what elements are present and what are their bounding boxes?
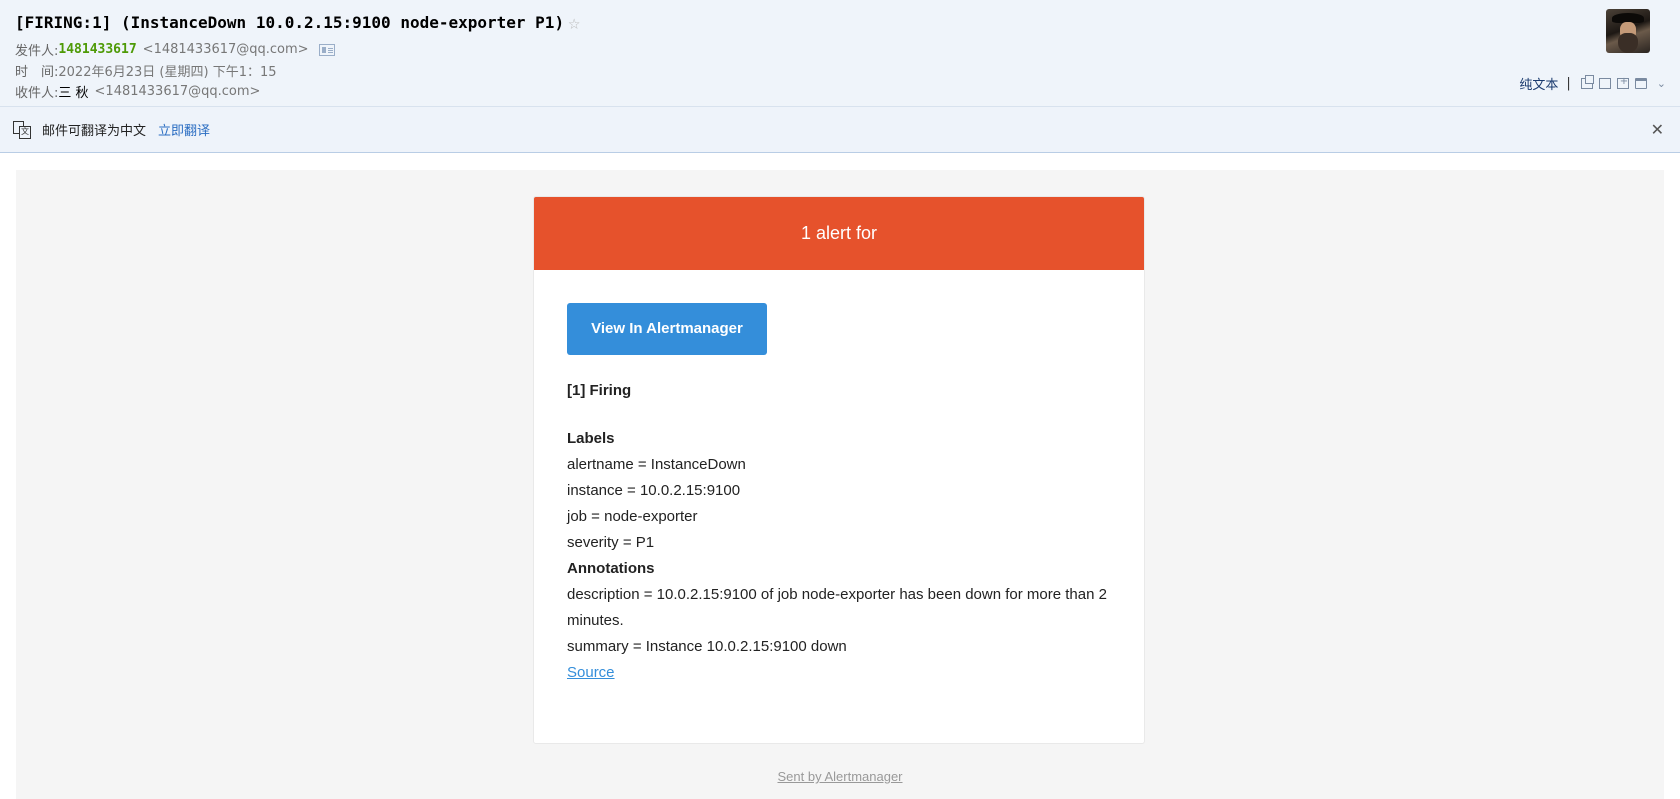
star-icon[interactable]: ☆ <box>568 10 580 34</box>
recipient-name[interactable]: 三 秋 <box>58 82 88 101</box>
sent-by-alertmanager-link[interactable]: Sent by Alertmanager <box>16 769 1664 784</box>
label-line: alertname = InstanceDown <box>567 456 746 473</box>
view-in-alertmanager-button[interactable]: View In Alertmanager <box>567 303 767 355</box>
translate-text: 邮件可翻译为中文 <box>42 124 147 139</box>
chevron-down-icon[interactable]: ⌄ <box>1657 77 1666 90</box>
source-link[interactable]: Source <box>567 664 615 681</box>
label-line: instance = 10.0.2.15:9100 <box>567 482 741 499</box>
avatar[interactable] <box>1606 9 1650 53</box>
toolbar-separator: | <box>1566 76 1571 91</box>
print-icon[interactable] <box>1634 78 1647 89</box>
alert-content: View In Alertmanager [1] Firing Labels a… <box>534 270 1144 686</box>
alert-card: 1 alert for View In Alertmanager [1] Fir… <box>533 196 1145 744</box>
translate-now-link[interactable]: 立即翻译 <box>158 120 210 139</box>
translate-bar: 文 邮件可翻译为中文 立即翻译 ✕ <box>0 107 1680 153</box>
translate-icon: 文 <box>13 120 31 139</box>
time-row: 时 间: 2022年6月23日 (星期四) 下午1：15 <box>15 61 277 80</box>
sender-name[interactable]: 1481433617 <box>58 42 136 57</box>
from-label: 发件人: <box>15 44 59 59</box>
label-line: job = node-exporter <box>567 508 698 525</box>
label-line: severity = P1 <box>567 534 655 551</box>
mail-body: 1 alert for View In Alertmanager [1] Fir… <box>16 170 1664 799</box>
close-icon[interactable]: ✕ <box>1651 120 1664 139</box>
mail-header: [FIRING:1] (InstanceDown 10.0.2.15:9100 … <box>0 0 1680 107</box>
annotation-line: summary = Instance 10.0.2.15:9100 down <box>567 638 847 655</box>
to-label: 收件人: <box>15 86 59 101</box>
labels-heading: Labels <box>567 430 615 447</box>
alert-banner: 1 alert for <box>534 197 1144 270</box>
plain-text-button[interactable]: 纯文本 <box>1519 74 1558 93</box>
mail-subject: [FIRING:1] (InstanceDown 10.0.2.15:9100 … <box>15 10 580 34</box>
annotation-line: description = 10.0.2.15:9100 of job node… <box>567 586 1107 629</box>
time-label: 时 间: <box>15 65 59 80</box>
add-icon[interactable] <box>1616 76 1629 89</box>
to-row: 收件人: 三 秋 <1481433617@qq.com> <box>15 82 260 101</box>
new-window-icon[interactable] <box>1580 75 1594 89</box>
view-icon[interactable] <box>1598 78 1611 89</box>
subject-text: [FIRING:1] (InstanceDown 10.0.2.15:9100 … <box>15 12 565 32</box>
annotations-heading: Annotations <box>567 560 655 577</box>
sender-address: <1481433617@qq.com> <box>142 42 309 57</box>
from-row: 发件人: 1481433617 <1481433617@qq.com> <box>15 40 335 59</box>
contact-card-icon[interactable] <box>318 43 335 56</box>
firing-heading: [1] Firing <box>567 382 632 399</box>
mail-toolbar: 纯文本 | ⌄ <box>1519 74 1666 93</box>
recipient-address: <1481433617@qq.com> <box>94 84 261 99</box>
time-value: 2022年6月23日 (星期四) 下午1：15 <box>58 65 277 80</box>
